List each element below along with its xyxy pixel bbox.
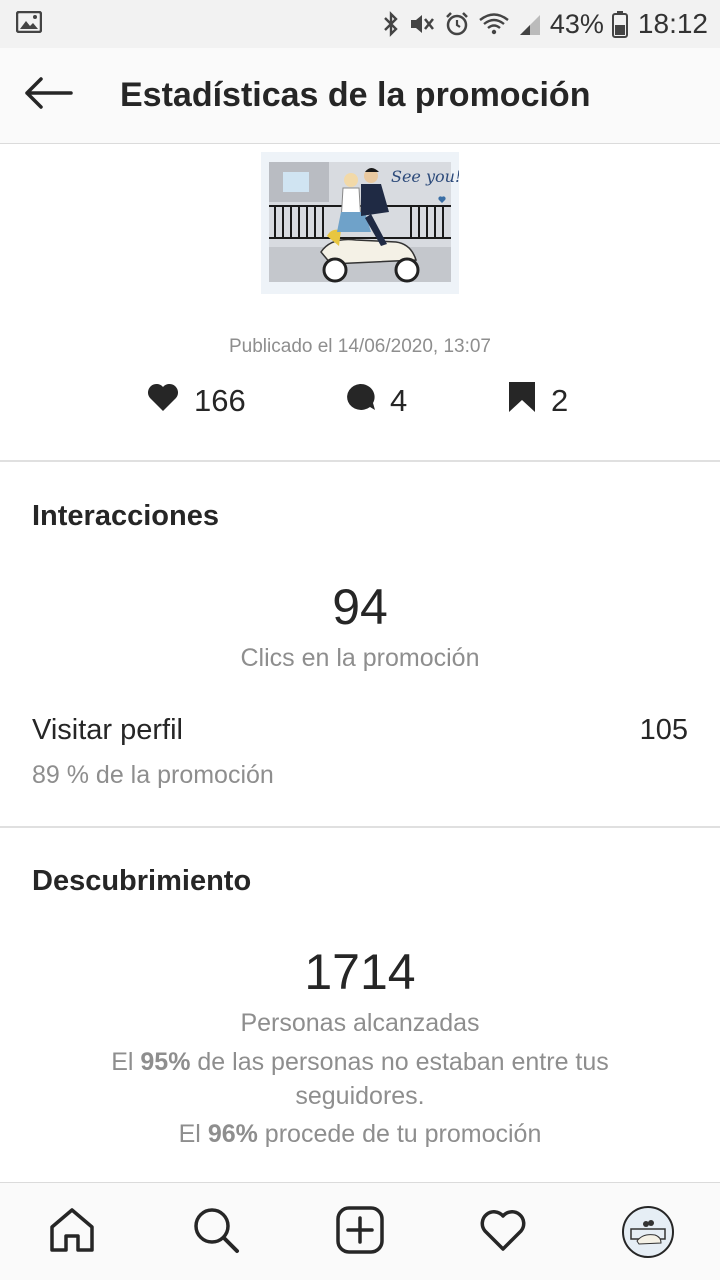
comments-stat: 4 bbox=[344, 376, 407, 426]
clicks-label: Clics en la promoción bbox=[240, 644, 480, 672]
nav-home[interactable] bbox=[32, 1183, 112, 1280]
page-title: Estadísticas de la promoción bbox=[120, 76, 591, 114]
back-button[interactable] bbox=[0, 48, 96, 144]
post-thumbnail[interactable]: See you! bbox=[261, 152, 461, 294]
activity-heart-icon bbox=[479, 1208, 527, 1257]
post-stats: 166 4 2 bbox=[0, 376, 720, 426]
likes-stat: 166 bbox=[146, 376, 246, 426]
profile-avatar bbox=[622, 1206, 674, 1258]
wifi-icon bbox=[478, 11, 510, 37]
mute-icon bbox=[408, 11, 436, 37]
nav-new-post[interactable] bbox=[320, 1183, 400, 1280]
bookmark-filled-icon bbox=[507, 380, 537, 422]
nav-search[interactable] bbox=[176, 1183, 256, 1280]
search-icon bbox=[192, 1206, 240, 1259]
signal-icon bbox=[518, 11, 542, 37]
published-date: Publicado el 14/06/2020, 13:07 bbox=[229, 336, 491, 357]
add-post-icon bbox=[336, 1205, 384, 1259]
heart-filled-icon bbox=[146, 382, 180, 420]
divider bbox=[0, 460, 720, 462]
arrow-left-icon bbox=[23, 76, 73, 115]
comments-count: 4 bbox=[390, 383, 408, 418]
status-bar: 43% 18:12 bbox=[0, 0, 720, 48]
nav-profile[interactable] bbox=[608, 1183, 688, 1280]
image-icon bbox=[15, 10, 43, 38]
bluetooth-icon bbox=[382, 11, 400, 37]
likes-count: 166 bbox=[194, 383, 246, 418]
battery-percent: 43% bbox=[549, 8, 604, 39]
nav-activity[interactable] bbox=[463, 1183, 543, 1280]
home-icon bbox=[48, 1206, 96, 1259]
interactions-title: Interacciones bbox=[32, 500, 219, 532]
divider bbox=[0, 826, 720, 828]
non-followers-text: El 95% de las personas no estaban entre … bbox=[111, 1048, 609, 1110]
reach-value: 1714 bbox=[304, 944, 416, 1000]
battery-icon bbox=[611, 10, 628, 38]
visit-profile-label: Visitar perfil bbox=[32, 714, 183, 746]
saves-count: 2 bbox=[551, 383, 569, 418]
clock: 18:12 bbox=[637, 8, 708, 39]
comment-bubble-icon bbox=[344, 382, 376, 420]
visit-profile-value: 105 bbox=[639, 714, 688, 746]
alarm-icon bbox=[444, 11, 470, 37]
visit-profile-percent: 89 % de la promoción bbox=[32, 761, 274, 789]
reach-label: Personas alcanzadas bbox=[240, 1009, 480, 1037]
discovery-title: Descubrimiento bbox=[32, 865, 252, 897]
app-header: Estadísticas de la promoción bbox=[0, 48, 720, 144]
thumbnail-text: See you! bbox=[391, 167, 459, 186]
from-promotion-text: El 96% procede de tu promoción bbox=[178, 1120, 542, 1148]
saves-stat: 2 bbox=[507, 376, 568, 426]
bottom-nav bbox=[0, 1182, 720, 1280]
clicks-value: 94 bbox=[332, 579, 388, 635]
